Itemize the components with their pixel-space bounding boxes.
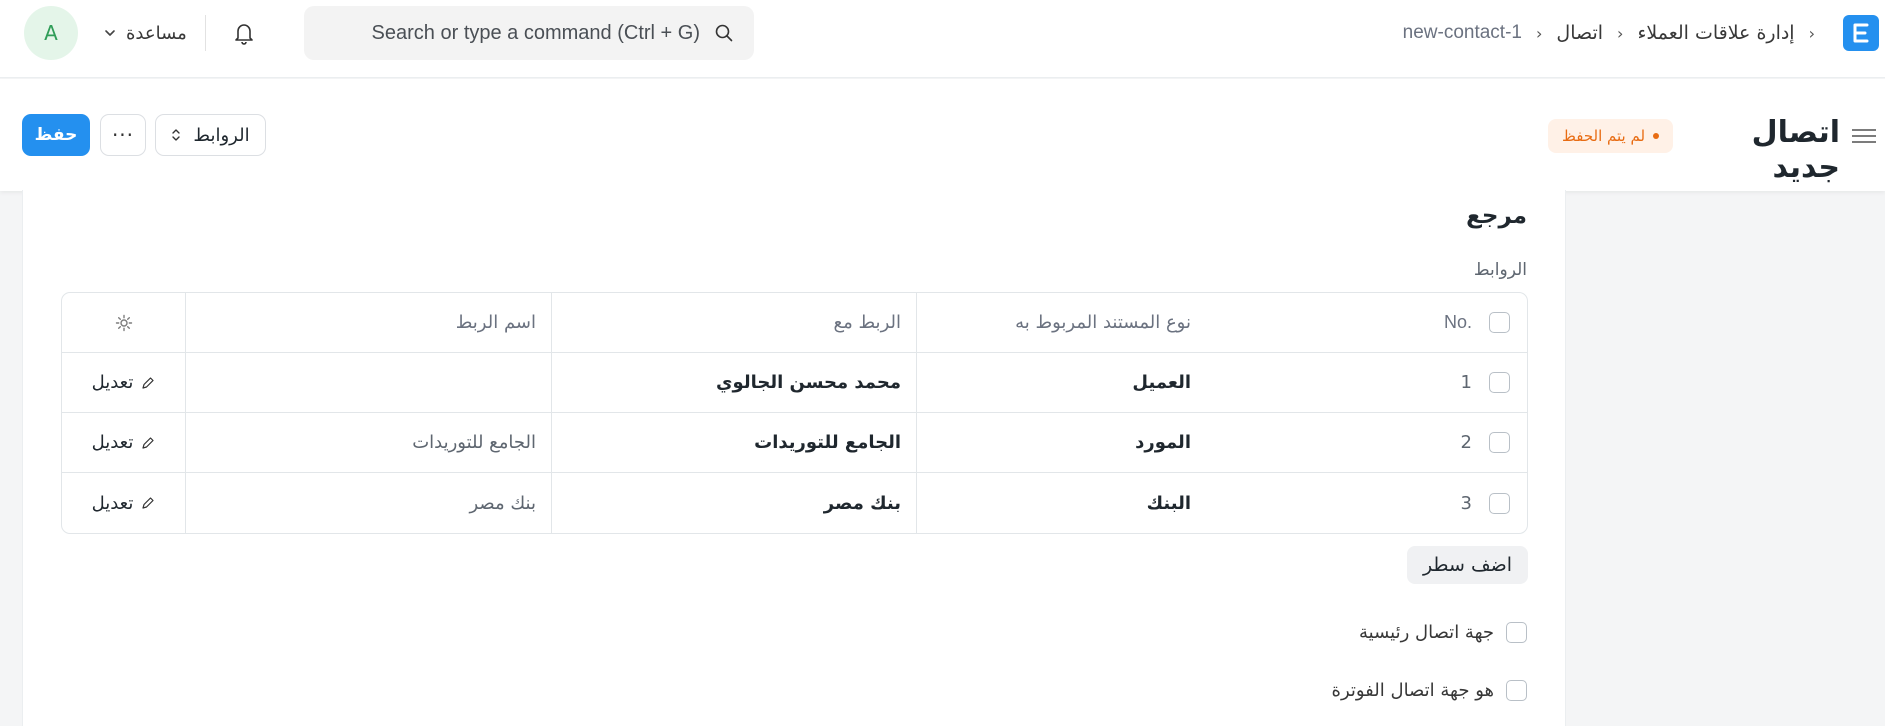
- pencil-icon: [142, 436, 154, 449]
- row-number: 2: [1460, 432, 1472, 453]
- breadcrumb-separator-icon: ‹: [1617, 23, 1624, 43]
- pencil-icon: [142, 376, 154, 389]
- is-primary-contact-checkbox[interactable]: [1506, 622, 1527, 643]
- column-header-no: No.: [1443, 312, 1472, 332]
- pencil-icon: [142, 497, 154, 509]
- cell-link-name[interactable]: بنك مصر: [566, 473, 901, 533]
- select-all-checkbox[interactable]: [1489, 312, 1510, 333]
- help-dropdown[interactable]: مساعدة: [102, 17, 187, 49]
- user-avatar[interactable]: A: [24, 6, 78, 60]
- row-edit-button[interactable]: تعديل: [92, 493, 156, 514]
- row-select-checkbox[interactable]: [1489, 432, 1510, 453]
- awesome-search-bar[interactable]: Search or type a command (Ctrl + G): [304, 6, 754, 60]
- add-row-button[interactable]: اضف سطر: [1407, 546, 1528, 584]
- table-column-divider: [916, 293, 917, 533]
- column-header-link-name[interactable]: الربط مع: [566, 293, 901, 352]
- status-badge: لم يتم الحفظ: [1548, 119, 1674, 153]
- links-table: No. نوع المستند المربوط به الربط مع اسم …: [61, 292, 1528, 534]
- cell-link-name[interactable]: الجامع للتوريدات: [566, 413, 901, 472]
- cell-link-name[interactable]: محمد محسن الجالوي: [566, 353, 901, 412]
- row-select-checkbox[interactable]: [1489, 372, 1510, 393]
- section-title: مرجع: [1466, 203, 1527, 229]
- sort-chevrons-icon: [172, 129, 181, 141]
- status-dot-icon: [1653, 133, 1660, 139]
- chevron-down-icon: [105, 30, 115, 36]
- is-billing-contact-checkbox[interactable]: [1506, 680, 1527, 701]
- sidebar-toggle-icon[interactable]: [1852, 125, 1878, 147]
- links-button-label: الروابط: [193, 124, 250, 146]
- links-dropdown-button[interactable]: الروابط: [155, 114, 266, 156]
- cell-link-title[interactable]: الجامع للتوريدات: [200, 413, 536, 472]
- cell-link-doctype[interactable]: العميل: [931, 353, 1191, 412]
- form-section-card: مرجع الروابط No. نوع المستند المربوط به …: [22, 190, 1566, 726]
- breadcrumb-item-crm[interactable]: إدارة علاقات العملاء: [1637, 22, 1794, 44]
- breadcrumb-separator-icon: ‹: [1808, 23, 1815, 43]
- row-number: 3: [1460, 492, 1472, 514]
- breadcrumb-item-contact[interactable]: اتصال: [1556, 22, 1603, 44]
- help-label: مساعدة: [126, 22, 187, 44]
- links-field-label: الروابط: [1473, 260, 1527, 280]
- edit-label: تعديل: [91, 372, 134, 393]
- row-edit-button[interactable]: تعديل: [92, 372, 156, 393]
- page-title: اتصال جديد: [1751, 115, 1840, 185]
- status-badge-text: لم يتم الحفظ: [1562, 127, 1646, 145]
- column-header-link-doctype[interactable]: نوع المستند المربوط به: [931, 293, 1191, 352]
- is-primary-contact-field[interactable]: جهة اتصال رئيسية: [1359, 622, 1527, 643]
- page-head: اتصال جديد لم يتم الحفظ الروابط ··· حفظ: [0, 79, 1885, 191]
- table-column-divider: [185, 293, 186, 533]
- row-edit-button[interactable]: تعديل: [92, 432, 156, 453]
- save-button[interactable]: حفظ: [22, 114, 90, 156]
- cell-link-doctype[interactable]: البنك: [931, 473, 1191, 533]
- cell-link-title[interactable]: [200, 353, 536, 412]
- more-actions-button[interactable]: ···: [100, 114, 146, 156]
- table-column-divider: [551, 293, 552, 533]
- search-placeholder: Search or type a command (Ctrl + G): [371, 21, 700, 44]
- navbar-divider: [205, 15, 206, 51]
- notifications-bell-icon[interactable]: [230, 15, 258, 51]
- row-number: 1: [1460, 372, 1472, 393]
- is-billing-contact-field[interactable]: هو جهة اتصال الفوترة: [1332, 680, 1527, 701]
- erpnext-logo-icon: [1853, 23, 1869, 43]
- app-logo[interactable]: [1843, 15, 1879, 51]
- column-header-link-title[interactable]: اسم الربط: [200, 293, 536, 352]
- is-primary-contact-label: جهة اتصال رئيسية: [1359, 622, 1494, 643]
- column-settings-gear-icon[interactable]: [62, 293, 185, 352]
- edit-label: تعديل: [91, 432, 134, 453]
- is-billing-contact-label: هو جهة اتصال الفوترة: [1331, 680, 1494, 701]
- breadcrumb: ‹ إدارة علاقات العملاء ‹ اتصال ‹ new-con…: [1403, 17, 1815, 49]
- search-icon: [715, 24, 733, 42]
- cell-link-doctype[interactable]: المورد: [931, 413, 1191, 472]
- navbar: A مساعدة Search or type a command (Ctrl …: [0, 0, 1885, 78]
- cell-link-title[interactable]: بنك مصر: [200, 473, 536, 533]
- edit-label: تعديل: [91, 492, 134, 514]
- row-select-checkbox[interactable]: [1489, 492, 1510, 514]
- breadcrumb-item-current[interactable]: new-contact-1: [1403, 22, 1522, 44]
- breadcrumb-separator-icon: ‹: [1535, 23, 1543, 43]
